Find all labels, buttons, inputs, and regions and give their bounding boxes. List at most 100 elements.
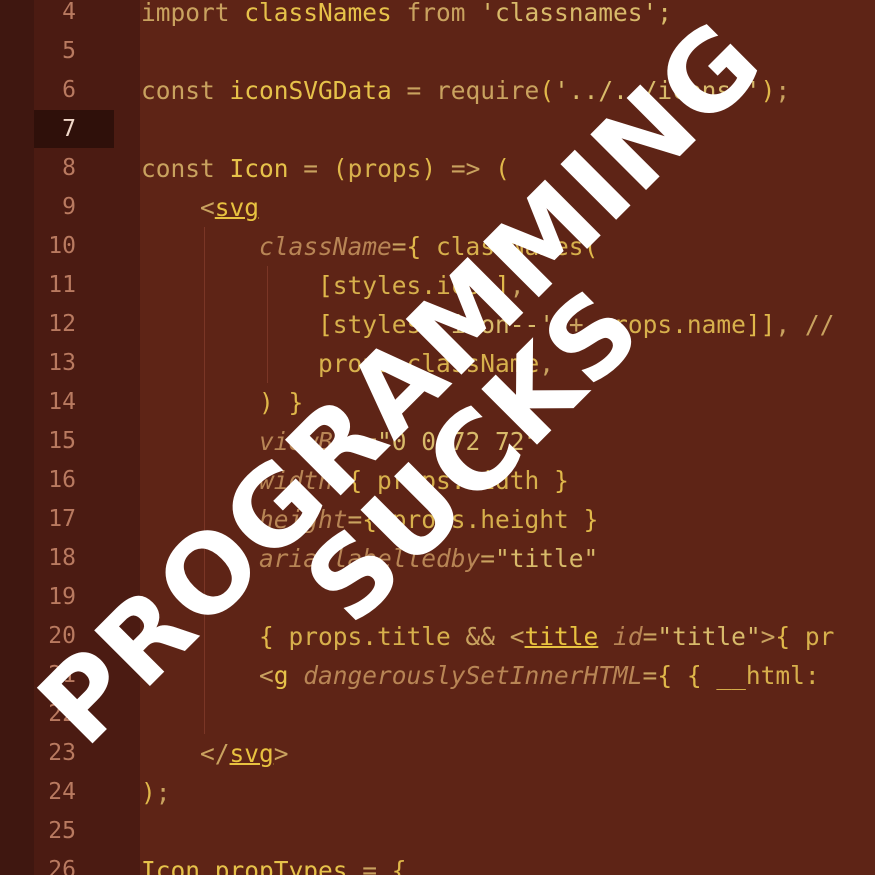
- line-number: 24: [48, 779, 76, 805]
- code-line: 25: [0, 812, 875, 851]
- code-token: ;: [155, 778, 171, 807]
- line-number: 12: [48, 311, 76, 337]
- code-text[interactable]: viewBox="0 0 72 72": [141, 422, 539, 461]
- code-text[interactable]: height={ props.height }: [141, 500, 598, 539]
- code-token: ]: [495, 271, 510, 300]
- code-text[interactable]: [styles['icon--' + props.name]], //: [141, 305, 834, 344]
- line-number: 8: [62, 155, 76, 181]
- line-number: 23: [48, 740, 76, 766]
- code-text[interactable]: const Icon = (props) => (: [141, 149, 510, 188]
- code-token: (: [583, 232, 599, 261]
- code-token: Icon.propTypes: [141, 856, 363, 875]
- code-line: 12 [styles['icon--' + props.name]], //: [0, 305, 875, 344]
- code-text[interactable]: import classNames from 'classnames';: [141, 0, 672, 32]
- line-number: 7: [62, 116, 76, 142]
- code-text[interactable]: width={ props.width }: [141, 461, 569, 500]
- code-token: props.name: [598, 310, 746, 339]
- code-token: classNames: [244, 0, 407, 27]
- line-number: 13: [48, 350, 76, 376]
- code-line: 15 viewBox="0 0 72 72": [0, 422, 875, 461]
- code-token: props: [347, 154, 422, 183]
- indent-guide: [267, 266, 268, 383]
- code-text[interactable]: </svg>: [141, 734, 289, 773]
- code-token: styles.icon: [332, 271, 496, 300]
- line-number: 4: [62, 0, 76, 25]
- code-text[interactable]: const iconSVGData = require('../../icons…: [141, 71, 790, 110]
- line-number: 21: [48, 662, 76, 688]
- code-line: 7: [0, 110, 875, 149]
- code-text[interactable]: { props.title && <title id="title">{ pr: [141, 617, 834, 656]
- line-number: 25: [48, 818, 76, 844]
- code-token: +: [554, 310, 599, 339]
- code-token: "title": [657, 622, 761, 651]
- code-token: __html:: [716, 661, 820, 690]
- code-text[interactable]: className={ classNames(: [141, 227, 598, 266]
- line-number: 16: [48, 467, 76, 493]
- code-token: classNames: [436, 232, 584, 261]
- code-token: props.className: [141, 349, 540, 378]
- code-token: =: [642, 622, 658, 651]
- code-token: =: [480, 544, 496, 573]
- code-token: }: [568, 505, 599, 534]
- line-number: 5: [62, 38, 76, 64]
- code-line: 4 import classNames from 'classnames';: [0, 0, 875, 32]
- code-token: =: [303, 154, 333, 183]
- line-number: 22: [48, 701, 76, 727]
- code-token: }: [539, 466, 569, 495]
- code-token: =: [362, 856, 392, 875]
- code-line: 9 <svg: [0, 188, 875, 227]
- code-token: const: [141, 154, 230, 183]
- code-text[interactable]: );: [141, 773, 171, 812]
- code-text[interactable]: Icon.propTypes = {: [141, 851, 407, 875]
- code-token: height: [141, 505, 348, 534]
- code-token: =: [642, 661, 658, 690]
- code-token: ]]: [745, 310, 776, 339]
- code-token: viewBox: [141, 427, 363, 456]
- code-text[interactable]: [styles.icon],: [141, 266, 525, 305]
- code-text[interactable]: ) }: [141, 383, 303, 422]
- code-token: aria-labelledby: [141, 544, 481, 573]
- code-token: svg: [229, 739, 274, 768]
- code-line: 18 aria-labelledby="title": [0, 539, 875, 578]
- code-token: import: [141, 0, 245, 27]
- code-text[interactable]: <g dangerouslySetInnerHTML={ { __html:: [141, 656, 820, 695]
- code-token: =>: [436, 154, 496, 183]
- code-token: pr: [804, 622, 835, 651]
- line-number: 11: [48, 272, 76, 298]
- code-line: 5: [0, 32, 875, 71]
- code-line: 11 [styles.icon],: [0, 266, 875, 305]
- code-token: [: [421, 310, 437, 339]
- code-text[interactable]: aria-labelledby="title": [141, 539, 598, 578]
- code-token: svg: [214, 193, 260, 222]
- line-number: 17: [48, 506, 76, 532]
- code-token: =: [362, 427, 378, 456]
- code-token: <: [141, 661, 274, 690]
- code-token: =: [347, 505, 363, 534]
- code-token: props.title: [288, 622, 466, 651]
- code-token: className: [141, 232, 392, 261]
- code-token: ) }: [141, 388, 304, 417]
- code-token: require: [436, 76, 540, 105]
- code-line: 13 props.className,: [0, 344, 875, 383]
- code-token: dangerouslySetInnerHTML: [288, 661, 643, 690]
- code-token: {: [141, 622, 289, 651]
- code-token: width: [141, 466, 333, 495]
- code-line: 20 { props.title && <title id="title">{ …: [0, 617, 875, 656]
- code-token: styles: [332, 310, 422, 339]
- code-token: { {: [657, 661, 717, 690]
- code-line: 10 className={ classNames(: [0, 227, 875, 266]
- line-number: 18: [48, 545, 76, 571]
- code-token: >: [273, 739, 289, 768]
- line-number: 15: [48, 428, 76, 454]
- code-token: ): [421, 154, 437, 183]
- code-token: Icon: [229, 154, 304, 183]
- code-text[interactable]: props.className,: [141, 344, 554, 383]
- code-token: ): [760, 76, 776, 105]
- code-token: '../../icons/': [554, 76, 761, 105]
- code-line: 23 </svg>: [0, 734, 875, 773]
- code-token: (: [539, 76, 555, 105]
- code-token: [: [141, 310, 333, 339]
- code-token: title: [524, 622, 599, 651]
- code-text[interactable]: <svg: [141, 188, 259, 227]
- code-editor: 4 import classNames from 'classnames'; 5 6 c…: [0, 0, 875, 875]
